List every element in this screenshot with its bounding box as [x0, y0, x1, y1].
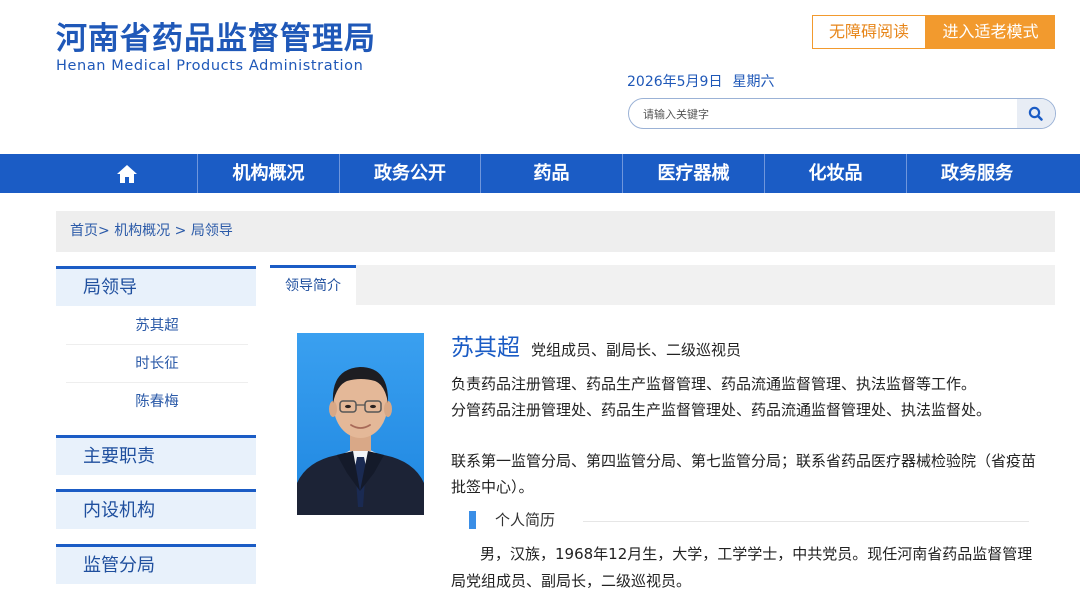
sidebar-section-departments[interactable]: 内设机构 — [56, 489, 256, 529]
section-marker — [469, 511, 476, 529]
elder-mode-button[interactable]: 进入适老模式 — [926, 15, 1055, 49]
search-box — [628, 98, 1056, 129]
accessibility-reading-button[interactable]: 无障碍阅读 — [812, 15, 926, 49]
nav-home[interactable] — [56, 154, 197, 193]
home-icon — [117, 165, 137, 183]
nav-item-drugs[interactable]: 药品 — [481, 154, 622, 193]
sidebar-section-branches[interactable]: 监管分局 — [56, 544, 256, 584]
sidebar-item-leader-3[interactable]: 陈春梅 — [66, 383, 248, 421]
leader-duty-liaison: 联系第一监管分局、第四监管分局、第七监管分局；联系省药品医疗器械检验院（省疫苗批… — [451, 452, 1037, 496]
resume-heading: 个人简历 — [495, 511, 556, 529]
content-tab-bar: 领导简介 — [270, 265, 1055, 305]
nav-item-medical-devices[interactable]: 医疗器械 — [623, 154, 764, 193]
search-button[interactable] — [1017, 99, 1055, 128]
breadcrumb-leaders[interactable]: 局领导 — [191, 223, 233, 239]
sidebar-section-leaders[interactable]: 局领导 — [56, 266, 256, 306]
breadcrumb-separator: > — [98, 223, 110, 239]
weekday-text: 星期六 — [732, 74, 775, 90]
search-icon — [1028, 106, 1043, 121]
nav-item-government-affairs[interactable]: 政务公开 — [340, 154, 480, 193]
leader-resume-text: 男，汉族，1968年12月生，大学，工学学士，中共党员。现任河南省药品监督管理局… — [451, 545, 1033, 590]
leader-photo — [297, 333, 424, 515]
logo-title-en: Henan Medical Products Administration — [56, 58, 364, 74]
leader-duty-supervision: 分管药品注册管理处、药品生产监督管理处、药品流通监督管理处、执法监督处。 — [451, 401, 992, 419]
tab-leader-intro[interactable]: 领导简介 — [270, 265, 356, 305]
leader-position: 党组成员、副局长、二级巡视员 — [531, 341, 742, 359]
date-text: 2026年5月9日 — [627, 74, 723, 90]
breadcrumb-institution[interactable]: 机构概况 — [114, 223, 170, 239]
leader-portrait-image — [297, 333, 424, 515]
main-nav: 机构概况 政务公开 药品 医疗器械 化妆品 政务服务 — [0, 154, 1080, 193]
current-date: 2026年5月9日 星期六 — [627, 71, 774, 91]
breadcrumb-separator: > — [174, 223, 187, 239]
breadcrumb-home[interactable]: 首页 — [70, 223, 98, 239]
section-divider — [583, 521, 1029, 522]
nav-item-institution[interactable]: 机构概况 — [198, 154, 339, 193]
sidebar-item-leader-2[interactable]: 时长征 — [66, 345, 248, 383]
breadcrumb: 首页> 机构概况 > 局领导 — [56, 211, 1055, 252]
resume-section-header: 个人简历 — [469, 509, 1029, 531]
nav-item-cosmetics[interactable]: 化妆品 — [765, 154, 906, 193]
sidebar-item-leader-1[interactable]: 苏其超 — [66, 307, 248, 345]
logo-title-cn: 河南省药品监督管理局 — [56, 21, 376, 57]
leader-duty-responsibility: 负责药品注册管理、药品生产监督管理、药品流通监督管理、执法监督等工作。 — [451, 375, 977, 393]
nav-item-services[interactable]: 政务服务 — [907, 154, 1047, 193]
leader-name: 苏其超 — [451, 335, 520, 361]
site-logo[interactable]: 河南省药品监督管理局 Henan Medical Products Admini… — [56, 20, 376, 74]
sidebar-section-duties[interactable]: 主要职责 — [56, 435, 256, 475]
search-input[interactable] — [643, 104, 1003, 124]
page: 河南省药品监督管理局 Henan Medical Products Admini… — [0, 0, 1080, 598]
